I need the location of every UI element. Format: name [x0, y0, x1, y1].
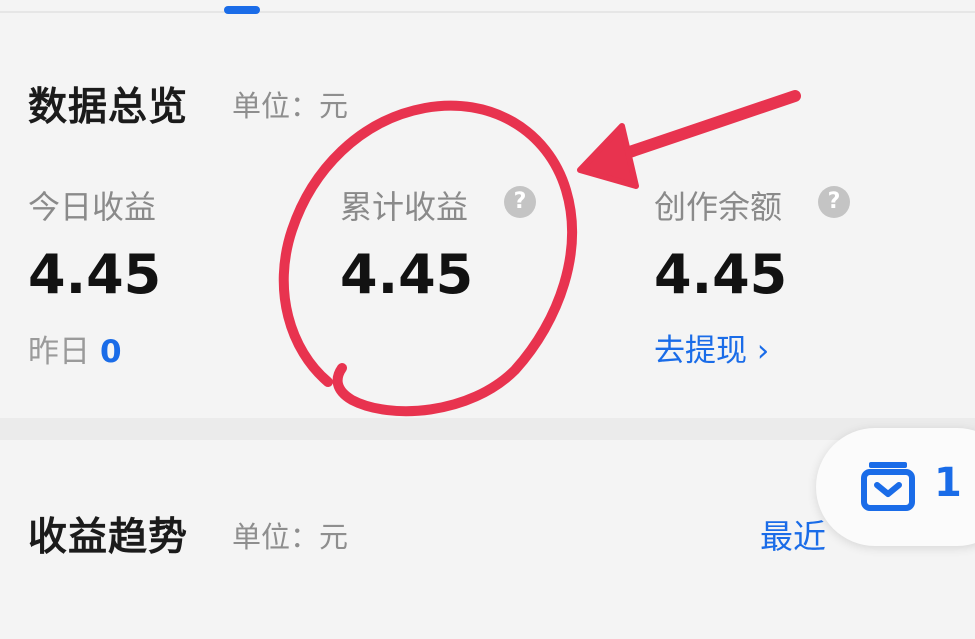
- yesterday-value[interactable]: 0: [100, 334, 122, 370]
- total-earnings-value: 4.45: [340, 243, 474, 306]
- annotation-arrow-shaft: [606, 90, 801, 164]
- overview-title: 数据总览: [28, 85, 189, 130]
- inbox-count: 1: [934, 460, 962, 506]
- creation-balance-value: 4.45: [654, 243, 788, 306]
- yesterday-label: 昨日: [28, 334, 90, 370]
- inbox-icon: [861, 462, 915, 511]
- creation-balance-help-icon[interactable]: ?: [818, 186, 850, 218]
- section-divider: [0, 418, 975, 440]
- trend-title: 收益趋势: [28, 515, 189, 560]
- today-earnings-value: 4.45: [28, 243, 162, 306]
- yesterday-row: 昨日 0: [28, 326, 122, 371]
- annotation-arrow-head: [577, 123, 639, 189]
- trend-range-selector[interactable]: 最近: [760, 510, 826, 558]
- overview-unit: 单位：元: [232, 89, 349, 123]
- active-tab-indicator: [224, 6, 260, 14]
- trend-unit: 单位：元: [232, 520, 349, 554]
- floating-inbox-badge[interactable]: 1: [816, 428, 975, 546]
- top-tab-bar: [0, 0, 975, 13]
- total-earnings-help-icon[interactable]: ?: [504, 186, 536, 218]
- today-earnings-label: 今日收益: [28, 188, 157, 226]
- creation-balance-label: 创作余额: [654, 188, 783, 226]
- total-earnings-label: 累计收益: [340, 188, 469, 226]
- withdraw-link[interactable]: 去提现 ›: [654, 325, 769, 370]
